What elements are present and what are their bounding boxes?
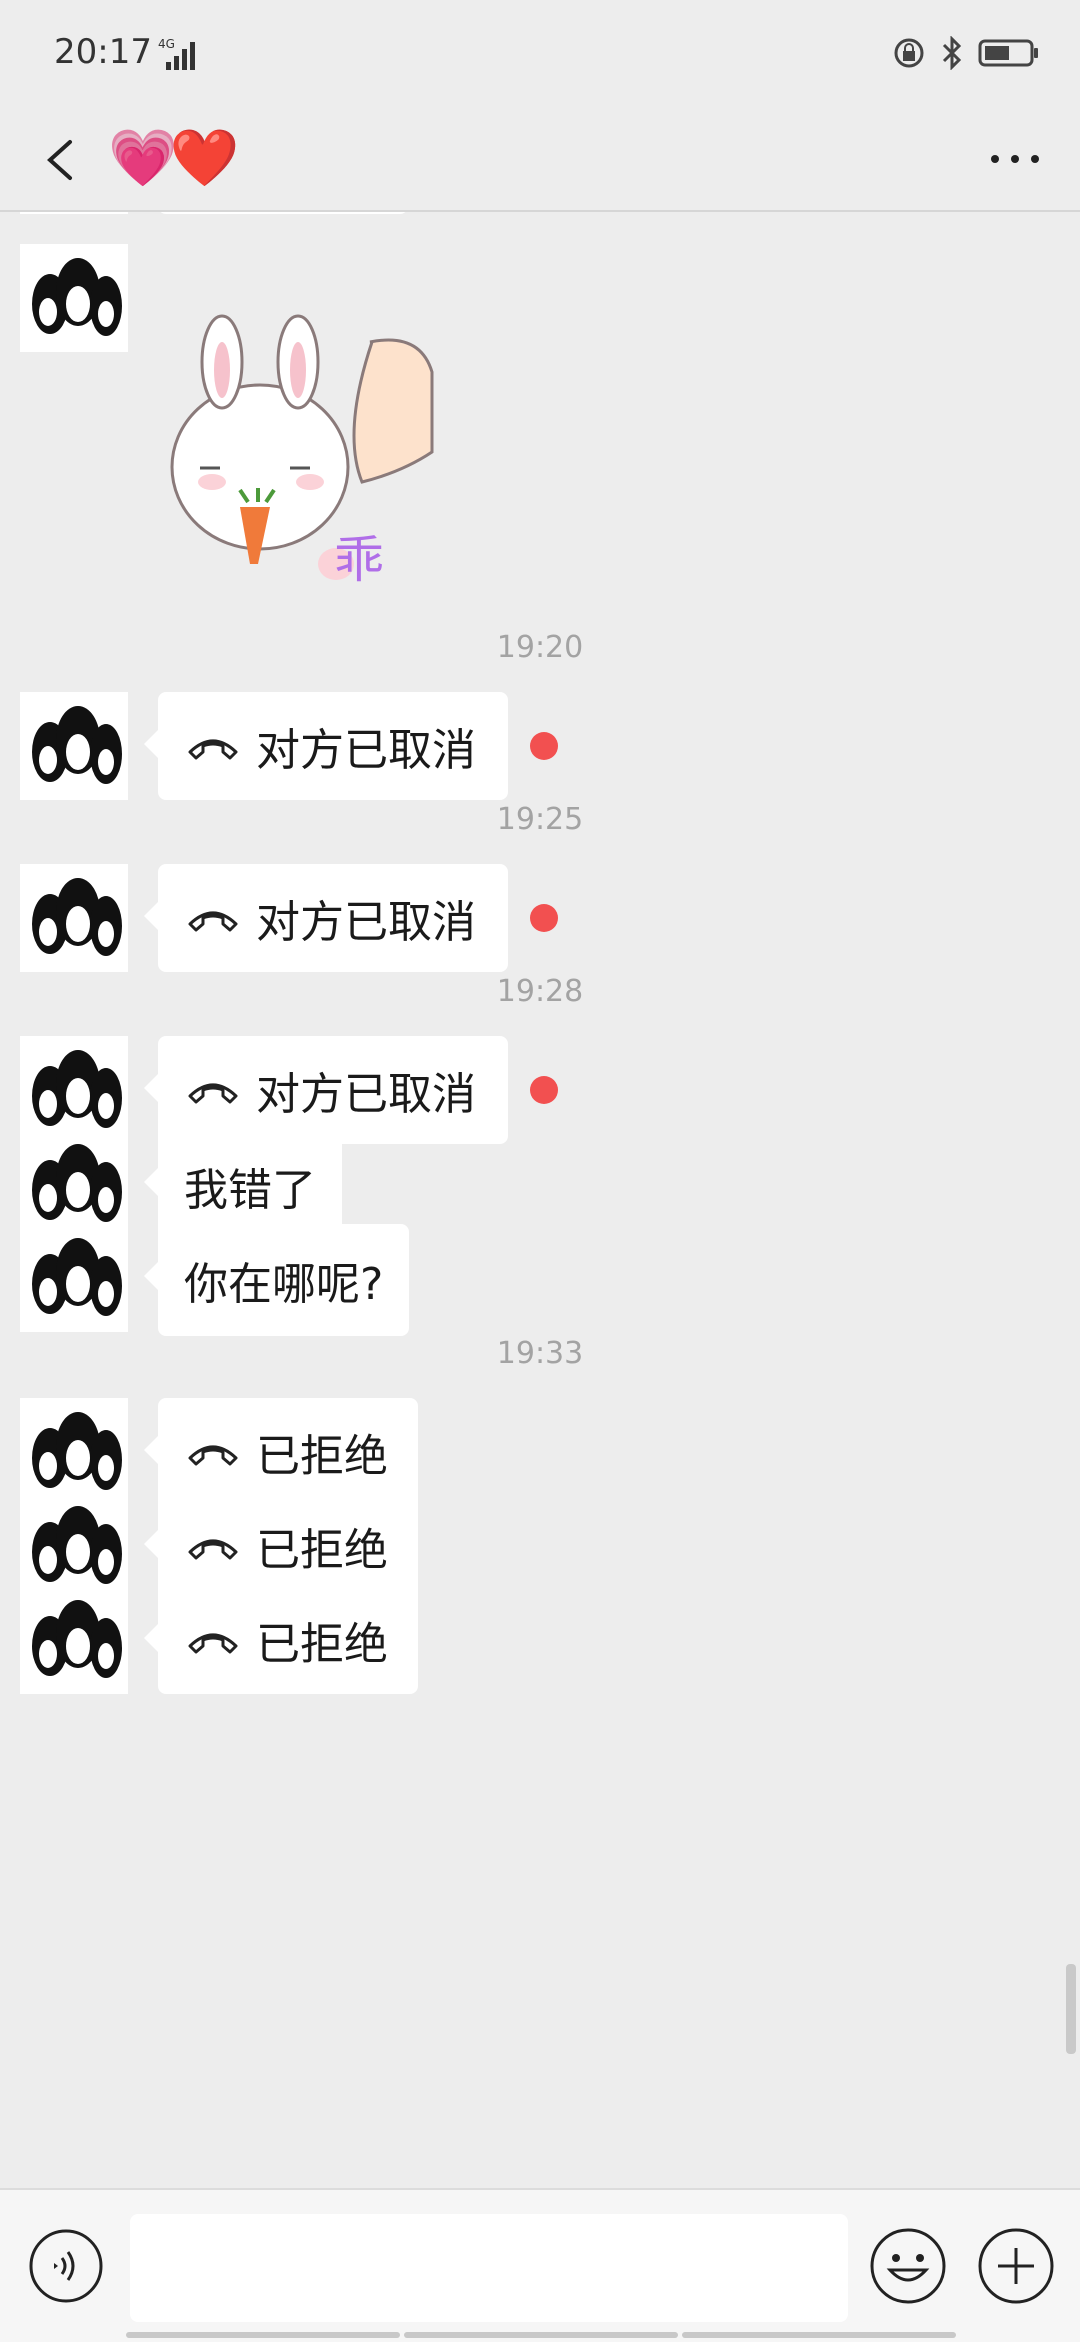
sticker-caption: 乖 — [334, 531, 384, 589]
avatar[interactable] — [20, 1130, 128, 1238]
hangup-phone-icon — [188, 911, 238, 932]
signal-icon: 4G — [158, 37, 195, 70]
svg-text:4G: 4G — [158, 37, 175, 51]
avatar[interactable] — [20, 1492, 128, 1600]
input-bar — [0, 2188, 1080, 2342]
status-icons — [892, 36, 1040, 70]
hangup-phone-icon — [188, 1083, 238, 1104]
rabbit-sticker[interactable]: 乖 — [160, 302, 480, 592]
voice-input-button[interactable] — [28, 2228, 104, 2304]
gesture-bar — [126, 2332, 956, 2338]
rotation-lock-icon — [894, 38, 924, 68]
status-time: 20:17 — [54, 32, 152, 72]
call-message-bubble[interactable]: 已拒绝 — [144, 1492, 418, 1600]
unread-dot — [530, 1076, 558, 1104]
battery-icon — [978, 39, 1038, 67]
hangup-phone-icon — [188, 739, 238, 760]
avatar — [20, 212, 128, 214]
call-status-text: 对方已取消 — [256, 725, 476, 776]
avatar[interactable] — [20, 244, 128, 352]
call-status-text: 已拒绝 — [256, 1525, 388, 1576]
message-input[interactable] — [130, 2214, 848, 2322]
call-message-bubble[interactable]: 对方已取消 — [144, 1036, 508, 1144]
scrollbar-thumb[interactable] — [1066, 1964, 1076, 2054]
call-status-text: 已拒绝 — [256, 1431, 388, 1482]
previous-message-bubble — [158, 212, 408, 214]
status-bar: 20:17 4G — [0, 0, 1080, 110]
hangup-phone-icon — [188, 1539, 238, 1560]
hangup-phone-icon — [188, 1633, 238, 1654]
text-message-bubble[interactable]: 你在哪呢? — [143, 1224, 410, 1336]
timestamp: 19:33 — [496, 1336, 584, 1371]
avatar[interactable] — [20, 1398, 128, 1506]
back-button[interactable] — [34, 128, 94, 192]
emoji-button[interactable] — [868, 2226, 948, 2306]
avatar[interactable] — [20, 864, 128, 972]
call-message-bubble[interactable]: 已拒绝 — [144, 1586, 418, 1694]
message-list[interactable]: 乖 19:20 对方已取消 19:25 对方已取消 19:28 对方已取消 我错… — [0, 212, 1080, 2186]
avatar[interactable] — [20, 692, 128, 800]
more-functions-button[interactable] — [976, 2226, 1056, 2306]
avatar[interactable] — [20, 1036, 128, 1144]
timestamp: 19:25 — [496, 802, 584, 837]
chat-title: 💗❤️ — [108, 126, 239, 191]
unread-dot — [530, 732, 558, 760]
message-text: 我错了 — [184, 1165, 316, 1216]
bluetooth-icon — [942, 36, 962, 70]
message-text: 你在哪呢? — [184, 1259, 384, 1310]
call-message-bubble[interactable]: 对方已取消 — [144, 692, 508, 800]
call-status-text: 对方已取消 — [256, 1069, 476, 1120]
chat-header: 💗❤️ — [0, 110, 1080, 212]
avatar[interactable] — [20, 1224, 128, 1332]
avatar[interactable] — [20, 1586, 128, 1694]
call-status-text: 对方已取消 — [256, 897, 476, 948]
call-message-bubble[interactable]: 已拒绝 — [144, 1398, 418, 1506]
call-status-text: 已拒绝 — [256, 1619, 388, 1670]
more-options-button[interactable] — [980, 134, 1050, 184]
unread-dot — [530, 904, 558, 932]
hangup-phone-icon — [188, 1445, 238, 1466]
timestamp: 19:28 — [496, 974, 584, 1009]
call-message-bubble[interactable]: 对方已取消 — [144, 864, 508, 972]
timestamp: 19:20 — [496, 630, 584, 665]
